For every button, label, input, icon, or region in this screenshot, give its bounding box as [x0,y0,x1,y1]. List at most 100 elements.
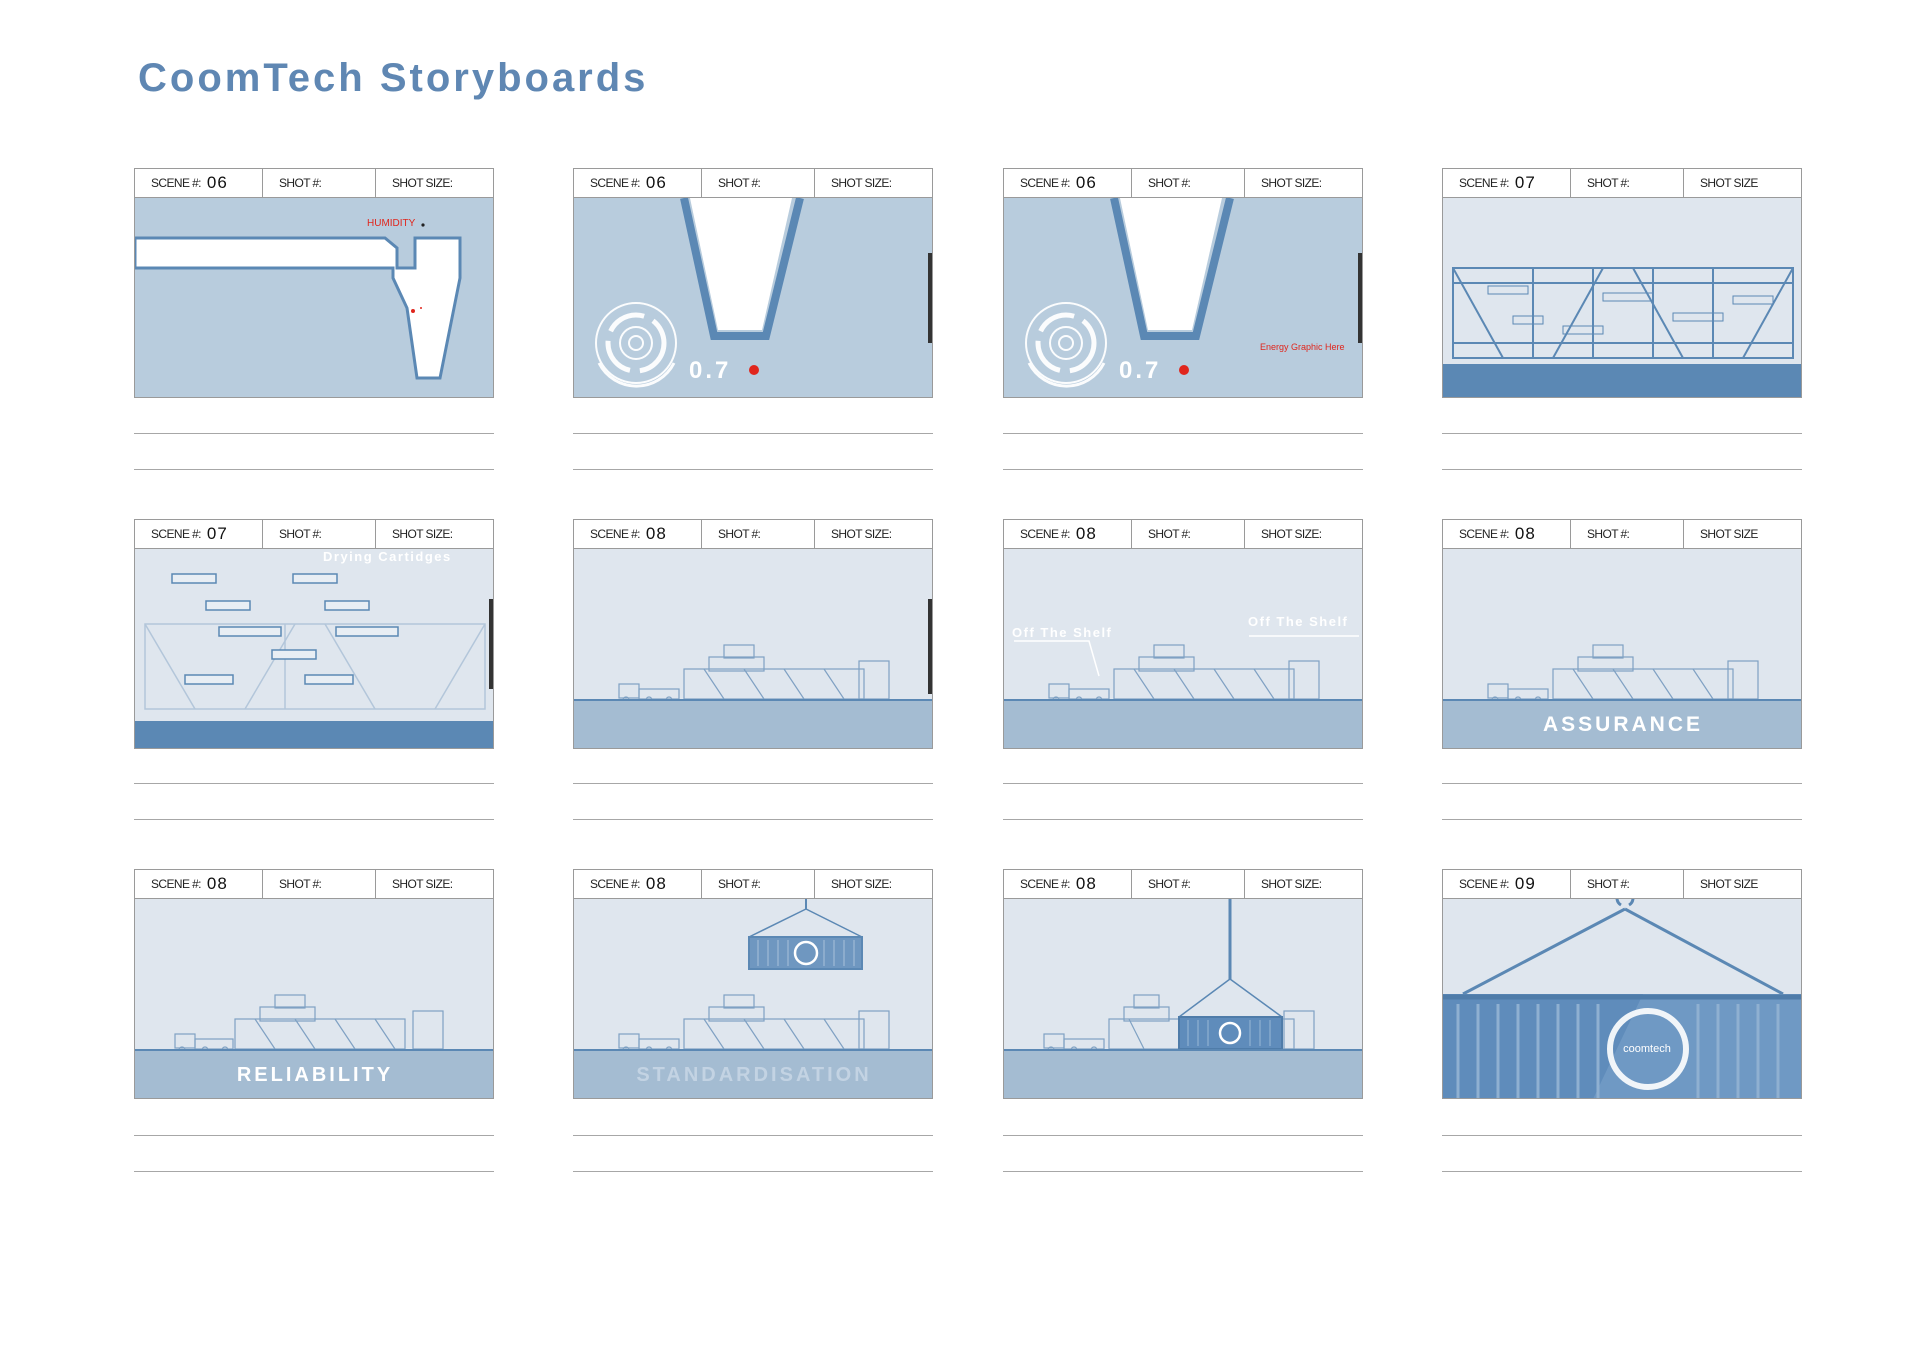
shot-field[interactable]: SHOT #: [702,520,815,548]
scene-field[interactable]: SCENE #: 08 [1004,870,1132,898]
shot-field[interactable]: SHOT #: [702,169,815,197]
scene-number: 08 [206,874,228,893]
note-line [573,819,933,820]
plant-sketch [1487,644,1759,704]
storyboard-panel: SCENE #: 08 SHOT #: SHOT SIZE: RELIABILIT… [134,869,494,1172]
plant-sketch [618,644,890,704]
red-dot [411,309,415,313]
note-line [134,469,494,470]
scene-field[interactable]: SCENE #: 07 [135,520,263,548]
shot-field[interactable]: SHOT #: [702,870,815,898]
plant-sketch [1048,644,1320,704]
shot-field[interactable]: SHOT #: [1571,870,1684,898]
shot-field[interactable]: SHOT #: [263,870,376,898]
panel-header: SCENE #: 06 SHOT #: SHOT SIZE: [573,168,933,198]
scene-number: 08 [1075,874,1097,893]
panel-header: SCENE #: 06 SHOT #: SHOT SIZE: [1003,168,1363,198]
shot-field[interactable]: SHOT #: [1132,870,1245,898]
note-line [134,433,494,434]
note-line [1442,1171,1802,1172]
pipe-sketch: HUMIDITY [135,218,462,380]
shot-size-field[interactable]: SHOT SIZE: [815,169,932,197]
value-readout: 0.7 [1119,357,1161,384]
shot-size-field[interactable]: SHOT SIZE: [1245,870,1362,898]
shot-size-field[interactable]: SHOT SIZE: [376,169,493,197]
scene-field[interactable]: SCENE #: 06 [1004,169,1132,197]
storyboard-panel: SCENE #: 09 SHOT #: SHOT SIZE coomtech [1442,869,1802,1172]
scene-field[interactable]: SCENE #: 08 [574,870,702,898]
red-dot [749,365,759,375]
note-line [1003,1135,1363,1136]
note-line [573,783,933,784]
side-toolbar [928,599,932,694]
shot-size-field[interactable]: SHOT SIZE [1684,870,1801,898]
ground [1443,364,1801,397]
ground [574,700,932,748]
shot-field[interactable]: SHOT #: [1132,169,1245,197]
storyboard-panel: SCENE #: 06 SHOT #: SHOT SIZE: HUMIDITY [134,168,494,470]
container-closeup: coomtech [1443,899,1801,1098]
frame-sketch [1442,198,1802,398]
scene-number: 06 [645,173,667,192]
note-line [1442,819,1802,820]
frame-sketch: HUMIDITY [134,198,494,398]
caption: RELIABILITY [237,1064,393,1086]
logo-text: coomtech [1623,1043,1671,1055]
page-title: CoomTech Storyboards [138,56,649,100]
note-line [1442,469,1802,470]
container-hoist [748,899,863,970]
storyboard-panel: SCENE #: 07 SHOT #: SHOT SIZE: Drying Car… [134,519,494,820]
storyboard-panel: SCENE #: 06 SHOT #: SHOT SIZE: 0.7 Energy… [1003,168,1363,470]
note-line [1003,1171,1363,1172]
frame-sketch [573,549,933,749]
side-toolbar [1358,253,1362,343]
shot-size-field[interactable]: SHOT SIZE [1684,169,1801,197]
shot-size-field[interactable]: SHOT SIZE: [376,520,493,548]
shot-field[interactable]: SHOT #: [263,520,376,548]
shot-field[interactable]: SHOT #: [1132,520,1245,548]
gauge-icon [595,302,677,388]
note-line [573,469,933,470]
shot-field[interactable]: SHOT #: [263,169,376,197]
scene-field[interactable]: SCENE #: 08 [1443,520,1571,548]
frame-sketch: ASSURANCE [1442,549,1802,749]
overlay-label: Energy Graphic Here [1260,342,1345,352]
panel-header: SCENE #: 08 SHOT #: SHOT SIZE: [573,869,933,899]
frame-sketch: 0.7 Energy Graphic Here [1003,198,1363,398]
shot-size-field[interactable]: SHOT SIZE: [815,870,932,898]
value-readout: 0.7 [689,357,731,384]
scene-field[interactable]: SCENE #: 09 [1443,870,1571,898]
scene-field[interactable]: SCENE #: 08 [1004,520,1132,548]
scene-number: 06 [1075,173,1097,192]
shot-size-field[interactable]: SHOT SIZE: [376,870,493,898]
scene-field[interactable]: SCENE #: 06 [574,169,702,197]
note-line [573,1171,933,1172]
scene-field[interactable]: SCENE #: 08 [135,870,263,898]
scene-number: 09 [1514,874,1536,893]
gauge-icon [1025,302,1107,388]
scene-field[interactable]: SCENE #: 07 [1443,169,1571,197]
scene-number: 07 [206,524,228,543]
container-lowered [1178,899,1283,1050]
storyboard-panel: SCENE #: 06 SHOT #: SHOT SIZE: 0.7 [573,168,933,470]
side-toolbar [928,253,932,343]
shot-field[interactable]: SHOT #: [1571,169,1684,197]
sensor-dot [421,223,425,227]
shot-field[interactable]: SHOT #: [1571,520,1684,548]
scene-number: 06 [206,173,228,192]
shot-size-field[interactable]: SHOT SIZE [1684,520,1801,548]
storyboard-panel: SCENE #: 07 SHOT #: SHOT SIZE [1442,168,1802,470]
shot-size-field[interactable]: SHOT SIZE: [1245,169,1362,197]
storyboard-panel: SCENE #: 08 SHOT #: SHOT SIZE: [573,869,933,1172]
scene-field[interactable]: SCENE #: 08 [574,520,702,548]
note-line [134,783,494,784]
ground [135,721,493,748]
frame-sketch: Off The Shelf Off The Shelf [1003,549,1363,749]
scene-number: 07 [1514,173,1536,192]
panel-header: SCENE #: 08 SHOT #: SHOT SIZE: [573,519,933,549]
frame-sketch: STANDARDISATION [573,899,933,1099]
shot-size-field[interactable]: SHOT SIZE: [1245,520,1362,548]
note-line [1442,433,1802,434]
shot-size-field[interactable]: SHOT SIZE: [815,520,932,548]
scene-field[interactable]: SCENE #: 06 [135,169,263,197]
